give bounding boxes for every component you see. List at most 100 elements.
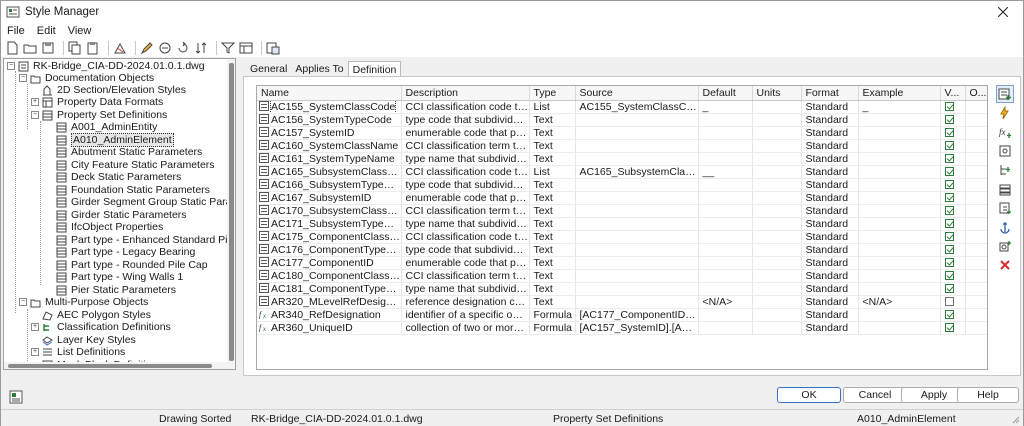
cell-default[interactable] [698,269,753,283]
tree-psd-item[interactable]: A001_AdminEntity [56,121,157,134]
cell-type[interactable]: Text [529,256,576,270]
cell-example[interactable] [858,282,941,296]
cell-default[interactable] [698,230,753,244]
cell-example[interactable]: _ [858,100,941,114]
visible-checkbox[interactable] [944,309,954,319]
column-header-example[interactable]: Example [858,86,941,101]
column-header-default[interactable]: Default [698,86,753,101]
table-row[interactable]: AC157_SystemID enumerable code that point… [257,126,987,140]
cell-name[interactable]: AC176_ComponentTypeCode [257,243,402,257]
cell-desc[interactable]: CCI classification code that id... [401,230,530,244]
cell-order[interactable] [965,295,987,309]
visible-checkbox[interactable] [944,283,954,293]
tree-psd-item[interactable]: Part type - Wing Walls 1 [56,271,183,284]
cell-order[interactable] [965,113,987,127]
cell-source[interactable]: AC155_SystemClassCode [575,100,699,114]
table-row[interactable]: AC176_ComponentTypeCode type code that su… [257,243,987,257]
cell-visible[interactable] [940,100,966,114]
tree-psd-item[interactable]: Part type - Rounded Pile Cap [56,259,208,272]
cell-type[interactable]: List [529,165,576,179]
cell-visible[interactable] [940,243,966,257]
cell-desc[interactable]: CCI classification code that id... [401,100,530,114]
cell-example[interactable] [858,243,941,257]
add-project-button[interactable] [996,237,1014,255]
cell-desc[interactable]: enumerable code that points ... [401,256,530,270]
cell-example[interactable] [858,191,941,205]
open-folder-icon[interactable] [23,41,37,55]
ok-button[interactable]: OK [777,387,841,403]
cell-units[interactable] [752,165,802,179]
cell-visible[interactable] [940,191,966,205]
copy-icon[interactable] [68,41,82,55]
cell-name[interactable]: AR320_MLevelRefDesignation [257,295,402,309]
add-material-button[interactable] [996,199,1014,217]
visible-checkbox[interactable] [944,192,954,202]
cell-type[interactable]: Text [529,217,576,231]
cell-type[interactable]: Text [529,295,576,309]
tree-mp-item[interactable]: + List Definitions [31,346,125,359]
cell-desc[interactable]: type name that subdivides th... [401,282,530,296]
tree-horizontal-scrollbar[interactable] [4,362,228,369]
tree-mp-item[interactable]: Layer Key Styles [42,334,136,347]
tree-root[interactable]: − RK-Bridge_CIA-DD-2024.01.0.1.dwg [7,60,205,73]
tree-psd-item[interactable]: IfcObject Properties [56,221,163,234]
cell-name[interactable]: f x AR340_RefDesignation [257,308,402,322]
cell-example[interactable] [858,178,941,192]
cell-desc[interactable]: enumerable code that points ... [401,191,530,205]
tree-psd-item[interactable]: Part type - Legacy Bearing [56,246,195,259]
cell-type[interactable]: Text [529,243,576,257]
cell-visible[interactable] [940,282,966,296]
cell-format[interactable]: Standard [801,217,859,231]
visible-checkbox[interactable] [944,270,954,280]
cell-order[interactable] [965,152,987,166]
cell-units[interactable] [752,230,802,244]
cell-source[interactable] [575,126,699,140]
column-header-order[interactable]: O... [965,86,987,101]
cell-type[interactable]: Formula [529,321,576,335]
tree-property-set-definitions[interactable]: − Property Set Definitions [31,109,167,122]
remove-property-button[interactable] [996,256,1014,274]
cell-desc[interactable]: type code that subdivides th... [401,243,530,257]
cell-desc[interactable]: CCI classification term that id... [401,204,530,218]
cell-order[interactable] [965,165,987,179]
cell-order[interactable] [965,204,987,218]
cell-source[interactable] [575,243,699,257]
table-row[interactable]: AC177_ComponentID enumerable code that po… [257,256,987,270]
cell-desc[interactable]: enumerable code that points ... [401,126,530,140]
visible-checkbox[interactable] [944,257,954,267]
cell-default[interactable] [698,308,753,322]
cell-visible[interactable] [940,269,966,283]
cell-source[interactable] [575,178,699,192]
style-manager-preview-icon[interactable] [9,390,23,404]
cell-default[interactable]: <N/A> [698,295,753,309]
cell-default[interactable] [698,178,753,192]
table-row[interactable]: AC155_SystemClassCode CCI classification … [257,100,987,114]
cell-default[interactable] [698,243,753,257]
resize-grip-icon[interactable] [1010,414,1020,424]
table-row[interactable]: f x AR360_UniqueID collection of two or mor… [257,321,987,335]
expand-icon[interactable]: + [31,348,39,357]
cell-visible[interactable] [940,217,966,231]
table-row[interactable]: AC181_ComponentTypeName type name that su… [257,282,987,296]
table-row[interactable]: AC180_ComponentClassNameCCI classificati… [257,269,987,283]
cell-source[interactable]: AC165_SubsystemClassCode [575,165,699,179]
cell-source[interactable] [575,152,699,166]
cell-source[interactable]: [AC157_SystemID].[AC167_S... [575,321,699,335]
cell-name[interactable]: AC156_SystemTypeCode [257,113,402,127]
tree-psd-item[interactable]: Girder Segment Group Static Parameter [56,196,235,209]
table-row[interactable]: AC167_SubsystemID enumerable code that po… [257,191,987,205]
cell-default[interactable]: _ [698,100,753,114]
visible-checkbox[interactable] [944,296,954,306]
tree-multi-purpose-objects[interactable]: − Multi-Purpose Objects [19,296,148,309]
visible-checkbox[interactable] [944,114,954,124]
cell-order[interactable] [965,269,987,283]
cell-example[interactable] [858,152,941,166]
tree-psd-item[interactable]: City Feature Static Parameters [56,159,215,172]
cell-example[interactable] [858,126,941,140]
cell-source[interactable] [575,295,699,309]
cell-example[interactable] [858,256,941,270]
column-header-visible[interactable]: V... [940,86,966,101]
cancel-button[interactable]: Cancel [843,387,907,403]
cell-name[interactable]: AC165_SubsystemClassCode [257,165,402,179]
cell-default[interactable] [698,256,753,270]
